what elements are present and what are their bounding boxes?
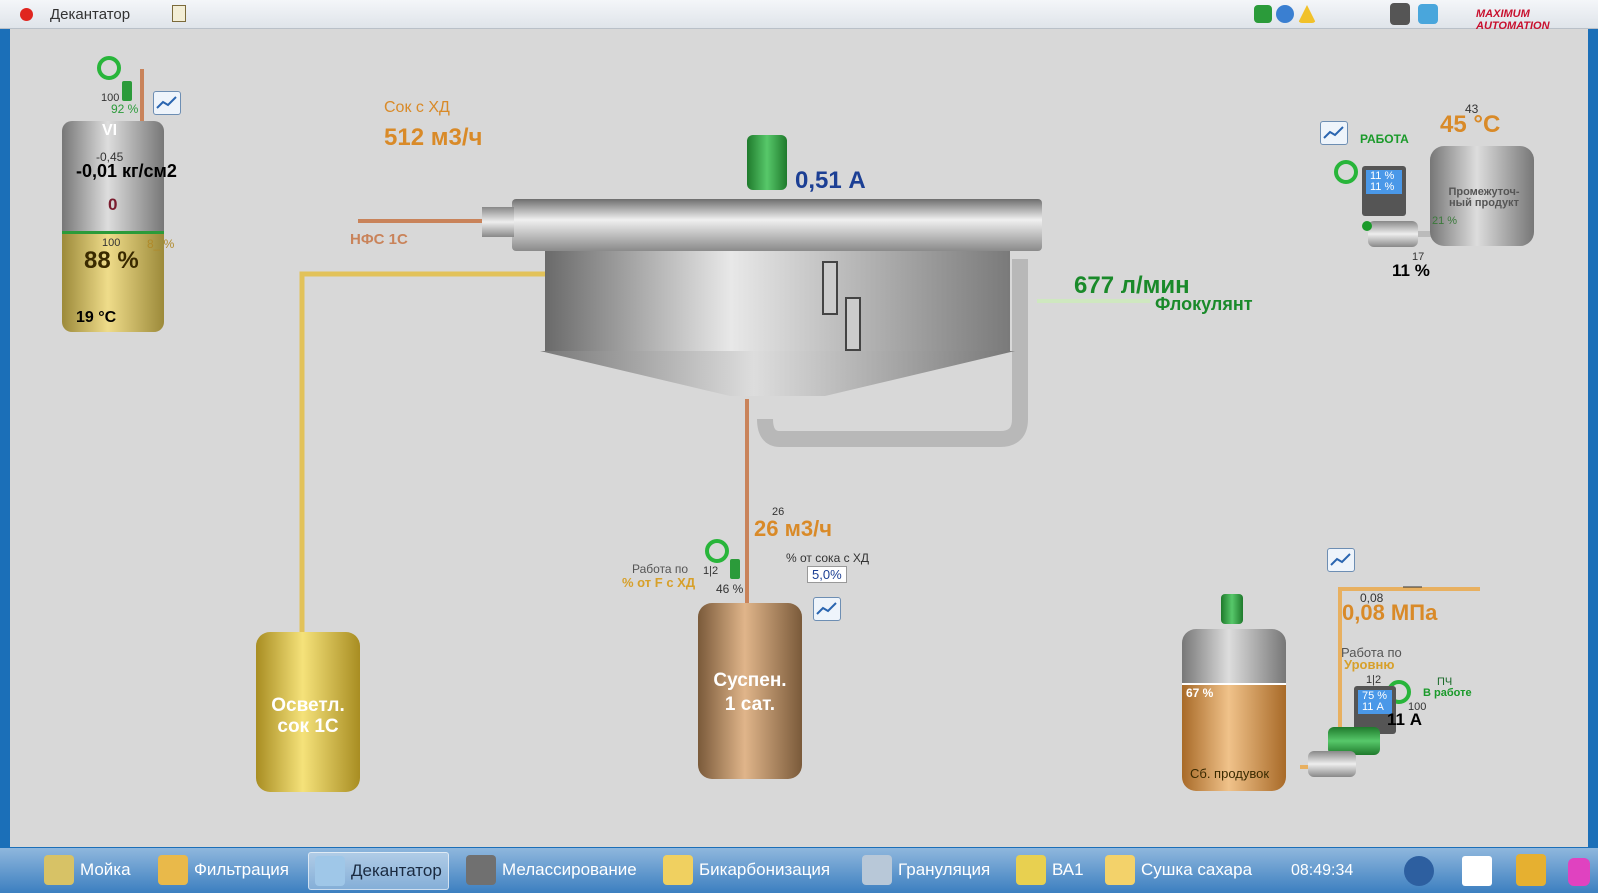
collector-tank-top bbox=[1182, 629, 1286, 683]
taskbar-item-molasses[interactable]: Мелассирование bbox=[466, 852, 637, 888]
collector-trend-button[interactable] bbox=[1327, 548, 1355, 572]
taskbar-item-granulation[interactable]: Грануляция bbox=[862, 852, 990, 888]
moika-icon bbox=[44, 855, 74, 885]
collector-mode-label-2: Уровню bbox=[1344, 657, 1395, 672]
suspension-trend-button[interactable] bbox=[813, 597, 841, 621]
tank-vi-counter: 0 bbox=[108, 195, 118, 214]
tank-vi-pressure: -0,01 кг/см2 bbox=[76, 161, 177, 181]
taskbar-item-filtration[interactable]: Фильтрация bbox=[158, 852, 289, 888]
suspension-refresh-icon[interactable] bbox=[705, 539, 729, 563]
intermediate-level-pct: 21 % bbox=[1432, 215, 1458, 227]
trends-icon[interactable] bbox=[1462, 856, 1492, 886]
collector-pressure: 0,08 МПа bbox=[1342, 600, 1438, 625]
collector-pos: 1|2 bbox=[1366, 674, 1382, 686]
intermediate-speed: 11 % bbox=[1392, 261, 1430, 280]
tank-vi-level-side: 8_ % bbox=[147, 237, 175, 251]
collector-pump-icon-2[interactable] bbox=[1308, 751, 1356, 777]
decanter-icon bbox=[315, 856, 345, 886]
juice-xd-flow: 512 м3/ч bbox=[384, 124, 483, 151]
title-bar: Декантатор MAXIMUM AUTOMATION bbox=[0, 0, 1598, 32]
intermediate-status: РАБОТА bbox=[1360, 132, 1409, 146]
touch-icon[interactable] bbox=[1568, 858, 1590, 886]
suspension-ratio-label: % от сока с ХД bbox=[786, 551, 870, 565]
chat-icon[interactable] bbox=[1276, 5, 1294, 23]
document-icon[interactable] bbox=[172, 5, 186, 22]
taskbar-item-sugar-drying[interactable]: Сушка сахара bbox=[1105, 852, 1252, 888]
telegram-icon[interactable] bbox=[1418, 4, 1438, 24]
collector-motor-icon[interactable] bbox=[1221, 594, 1243, 624]
suspension-mode-label-1: Работа по bbox=[632, 562, 689, 576]
suspension-tank-label: Суспен. 1 сат. bbox=[713, 670, 787, 715]
process-canvas: 0,51 А Сок с ХД 512 м3/ч НФС 1С 677 л/ми… bbox=[10, 29, 1588, 847]
operator-icon[interactable] bbox=[1390, 3, 1410, 25]
decanter-inlet bbox=[482, 207, 514, 237]
tank-vi-temperature: 19 °C bbox=[76, 309, 117, 326]
intermediate-refresh-icon[interactable] bbox=[1334, 160, 1358, 184]
intermediate-pump-current: 11 % bbox=[1370, 181, 1395, 193]
collector-tank-label: Сб. продувок bbox=[1190, 766, 1270, 781]
suspension-ratio-input[interactable]: 5,0% bbox=[807, 566, 847, 583]
decanter-body bbox=[545, 251, 1010, 351]
nfs-label: НФС 1С bbox=[350, 231, 408, 248]
intermediate-tank-label: Промежуточ-ный продукт bbox=[1448, 186, 1520, 209]
taskbar-item-moika[interactable]: Мойка bbox=[44, 852, 131, 888]
intermediate-running-indicator bbox=[1362, 221, 1372, 231]
suspension-flow: 26 м3/ч bbox=[754, 516, 832, 541]
flocculant-label: Флокулянт bbox=[1155, 294, 1253, 314]
bicarbonization-icon bbox=[663, 855, 693, 885]
filtration-icon bbox=[158, 855, 188, 885]
sight-glass-1 bbox=[822, 261, 838, 315]
decanter-motor-icon[interactable] bbox=[747, 135, 787, 190]
settings-icon[interactable] bbox=[1404, 856, 1434, 886]
record-indicator-icon bbox=[20, 8, 33, 21]
tank-vi-refresh-icon[interactable] bbox=[97, 56, 121, 80]
suspension-mode-label-2: % от F с ХД bbox=[622, 575, 696, 590]
collector-pump-current: 11 А bbox=[1362, 701, 1384, 713]
clock: 08:49:34 bbox=[1291, 862, 1354, 879]
intermediate-trend-button[interactable] bbox=[1320, 121, 1348, 145]
decanter-motor-current: 0,51 А bbox=[795, 167, 866, 194]
taskbar-item-decanter[interactable]: Декантатор bbox=[308, 852, 449, 890]
plus-icon[interactable] bbox=[1254, 5, 1272, 23]
taskbar-item-va1[interactable]: ВА1 bbox=[1016, 852, 1084, 888]
tank-vi-level-pct: 88 % bbox=[84, 247, 139, 274]
tank-vi-valve-pct: 92 % bbox=[111, 102, 139, 116]
granulation-icon bbox=[862, 855, 892, 885]
engineer-icon[interactable] bbox=[1516, 854, 1546, 886]
molasses-icon bbox=[466, 855, 496, 885]
taskbar: Мойка Фильтрация Декантатор Мелассирован… bbox=[0, 848, 1598, 893]
va1-icon bbox=[1016, 855, 1046, 885]
taskbar-item-bicarbonization[interactable]: Бикарбонизация bbox=[663, 852, 830, 888]
tank-vi-name: VI bbox=[102, 122, 118, 139]
suspension-valve-pos: 1|2 bbox=[703, 565, 719, 577]
decanter-lid bbox=[512, 199, 1042, 251]
intermediate-pump-icon[interactable] bbox=[1368, 221, 1418, 247]
warning-icon[interactable] bbox=[1298, 5, 1316, 23]
sugar-drying-icon bbox=[1105, 855, 1135, 885]
sight-glass-2 bbox=[845, 297, 861, 351]
tank-vi-valve-icon[interactable] bbox=[122, 81, 132, 101]
collector-current: 11 А bbox=[1387, 710, 1422, 729]
intermediate-temp: 45 °C bbox=[1440, 111, 1501, 138]
collector-vfd-status: В работе bbox=[1423, 687, 1472, 699]
clarified-juice-label: Осветл. сок 1С bbox=[271, 695, 345, 737]
window-title: Декантатор bbox=[50, 6, 131, 23]
collector-level-pct: 67 % bbox=[1186, 686, 1214, 700]
tank-vi-trend-button[interactable] bbox=[153, 91, 181, 115]
juice-xd-label: Сок с ХД bbox=[384, 99, 450, 116]
suspension-valve-icon[interactable] bbox=[730, 559, 740, 579]
suspension-valve-pct: 46 % bbox=[716, 582, 744, 596]
status-icons bbox=[1254, 5, 1316, 23]
